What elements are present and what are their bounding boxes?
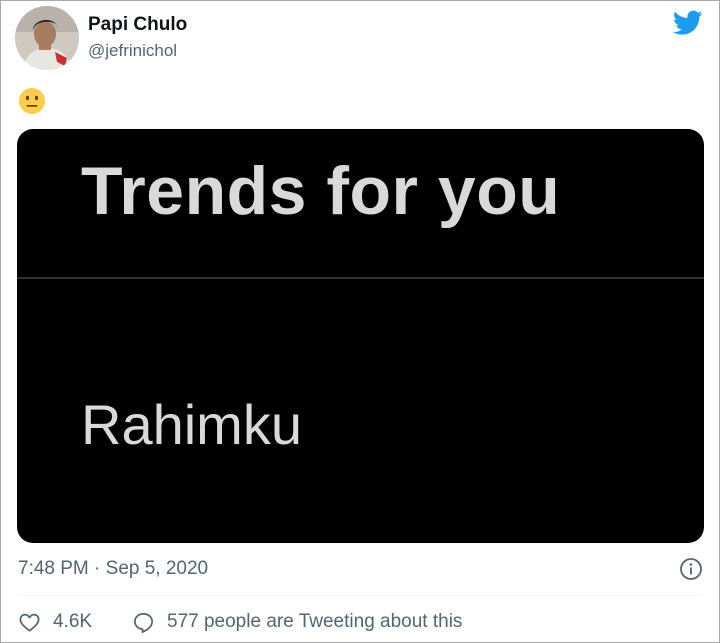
neutral-face-emoji-icon [19,88,45,114]
tweet-card: Papi Chulo @jefrinichol Trends for you R… [0,0,720,643]
like-count: 4.6K [53,611,93,632]
avatar-photo [15,6,79,70]
twitter-bird-icon[interactable] [673,10,703,36]
tweet-divider [17,595,703,596]
like-button[interactable]: 4.6K [18,610,92,634]
avatar[interactable] [15,6,79,70]
speech-bubble-icon [134,612,153,633]
tweet-header: Papi Chulo @jefrinichol [15,6,705,70]
tweet-media-image[interactable]: Trends for you Rahimku [17,129,704,543]
author-handle[interactable]: @jefrinichol [88,40,187,62]
media-trend-item: Rahimku [81,393,302,456]
author-names: Papi Chulo @jefrinichol [88,14,187,62]
reply-text: 577 people are Tweeting about this [167,611,463,632]
tweet-timestamp[interactable]: 7:48 PM · Sep 5, 2020 [18,557,208,581]
reply-button[interactable]: 577 people are Tweeting about this [132,610,462,634]
author-display-name[interactable]: Papi Chulo [88,14,187,36]
media-divider [17,277,704,279]
tweet-actions: 4.6K 577 people are Tweeting about this [18,610,708,636]
heart-icon [19,613,40,632]
media-trend-title: Trends for you [81,153,561,229]
info-icon[interactable] [679,557,703,581]
